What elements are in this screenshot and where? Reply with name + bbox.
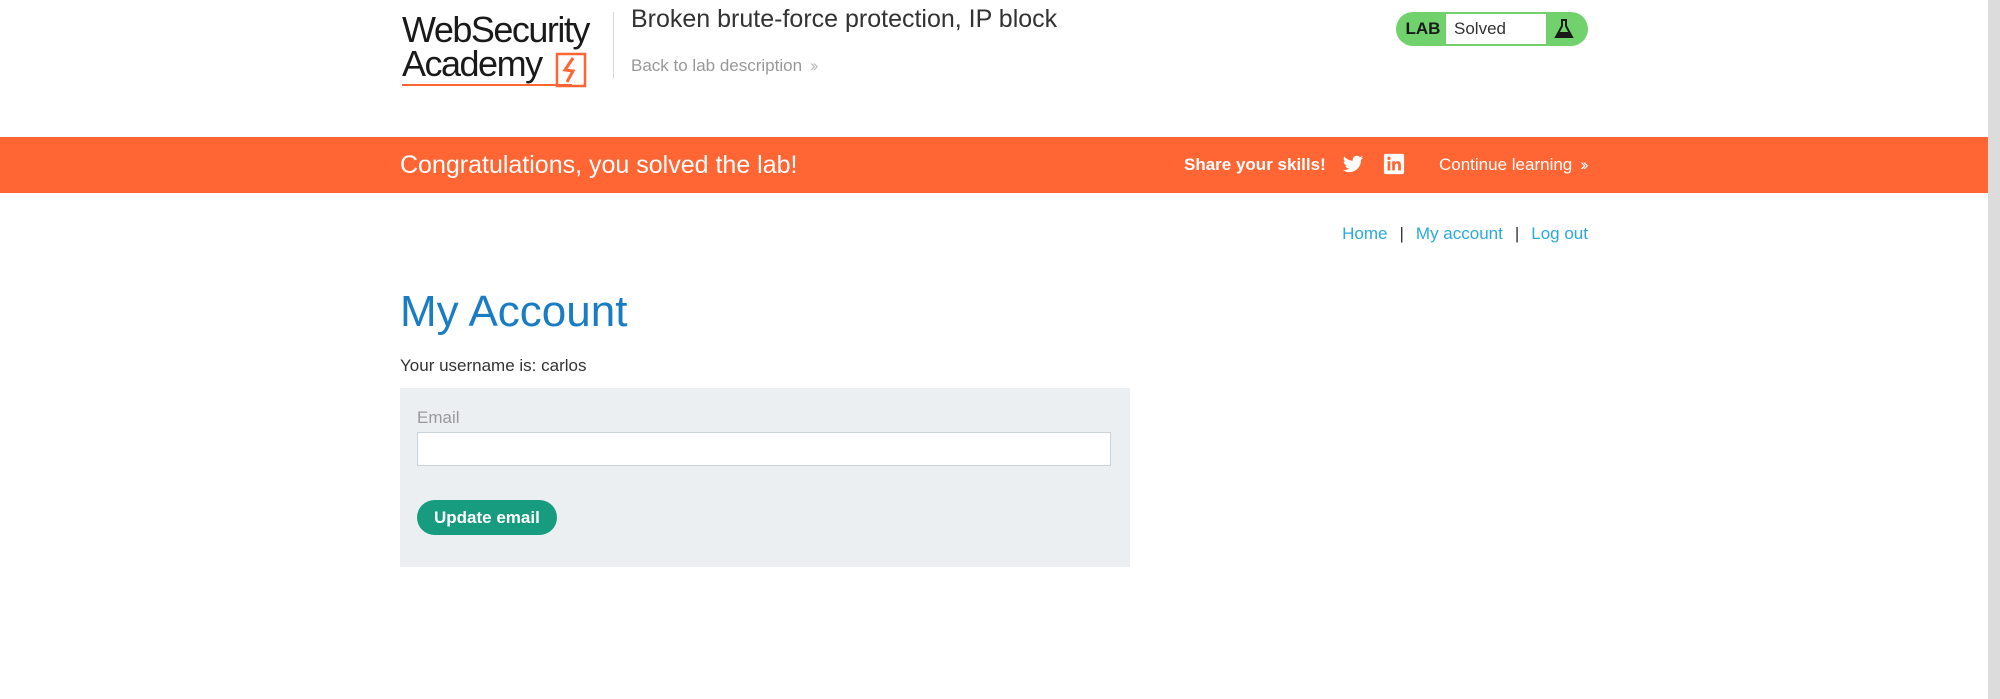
nav-log-out-link[interactable]: Log out <box>1531 224 1588 243</box>
double-chevron-right-icon: ›› <box>1580 155 1589 174</box>
header: WebSecurity Academy Broken brute-force p… <box>0 0 1988 137</box>
twitter-icon[interactable] <box>1342 153 1364 175</box>
lab-status-text: Solved <box>1446 14 1546 44</box>
scrollbar[interactable] <box>1988 0 2000 699</box>
email-label: Email <box>417 408 460 427</box>
congratulations-message: Congratulations, you solved the lab! <box>400 151 798 179</box>
nav-separator: | <box>1514 224 1520 243</box>
flask-icon <box>1554 19 1574 38</box>
page: WebSecurity Academy Broken brute-force p… <box>0 0 2000 699</box>
nav-my-account-link[interactable]: My account <box>1416 224 1503 243</box>
lab-badge: LAB <box>1405 19 1441 38</box>
continue-learning-link[interactable]: Continue learning ›› <box>1439 153 1589 177</box>
back-link-label: Back to lab description <box>631 56 803 75</box>
logo-underline <box>402 84 572 86</box>
nav-home-link[interactable]: Home <box>1342 224 1387 243</box>
page-title: My Account <box>400 287 628 336</box>
update-email-button[interactable]: Update email <box>417 500 557 535</box>
logo-text-line2: Academy <box>402 43 543 84</box>
email-field[interactable] <box>417 432 1111 466</box>
username-text: Your username is: carlos <box>400 356 587 375</box>
linkedin-icon[interactable] <box>1383 153 1405 175</box>
solved-banner: Congratulations, you solved the lab! Sha… <box>0 137 1988 193</box>
double-chevron-right-icon: ›› <box>810 56 819 75</box>
header-divider <box>613 12 614 78</box>
top-nav: Home | My account | Log out <box>1342 222 1588 246</box>
continue-learning-label: Continue learning <box>1439 155 1573 174</box>
academy-logo[interactable]: WebSecurity Academy <box>402 10 612 88</box>
lab-status-widget: LAB Solved <box>1396 12 1588 46</box>
update-email-form: Email Update email <box>400 388 1130 567</box>
lab-title: Broken brute-force protection, IP block <box>631 5 1058 33</box>
nav-separator: | <box>1399 224 1404 243</box>
back-to-lab-description-link[interactable]: Back to lab description ›› <box>631 55 819 77</box>
share-skills-label: Share your skills! <box>1184 155 1326 174</box>
